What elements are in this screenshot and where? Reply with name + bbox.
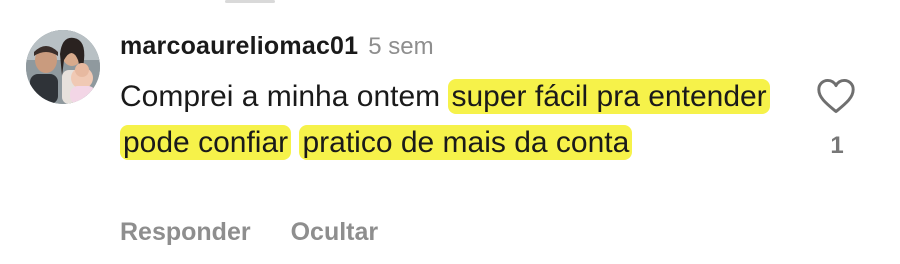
highlighted-text: pratico de mais da conta bbox=[299, 125, 633, 160]
heart-icon[interactable] bbox=[816, 78, 856, 114]
hide-button[interactable]: Ocultar bbox=[291, 218, 379, 247]
highlighted-text: super fácil pra entender bbox=[448, 79, 770, 114]
username[interactable]: marcoaureliomac01 bbox=[120, 32, 358, 61]
timestamp: 5 sem bbox=[368, 33, 434, 60]
comment-actions: Responder Ocultar bbox=[120, 218, 378, 247]
like-count: 1 bbox=[830, 132, 844, 159]
comment-text: Comprei a minha ontem super fácil pra en… bbox=[120, 74, 800, 166]
comment-item: marcoaureliomac01 5 sem Comprei a minha … bbox=[0, 0, 900, 264]
avatar-photo-icon bbox=[26, 30, 100, 104]
reply-button[interactable]: Responder bbox=[120, 218, 251, 247]
avatar[interactable] bbox=[26, 30, 100, 104]
comment-text-segment: Comprei a minha ontem bbox=[120, 80, 449, 113]
highlighted-text: pode confiar bbox=[120, 125, 292, 160]
comment-header: marcoaureliomac01 5 sem bbox=[120, 32, 434, 66]
like-area: 1 bbox=[812, 74, 862, 174]
